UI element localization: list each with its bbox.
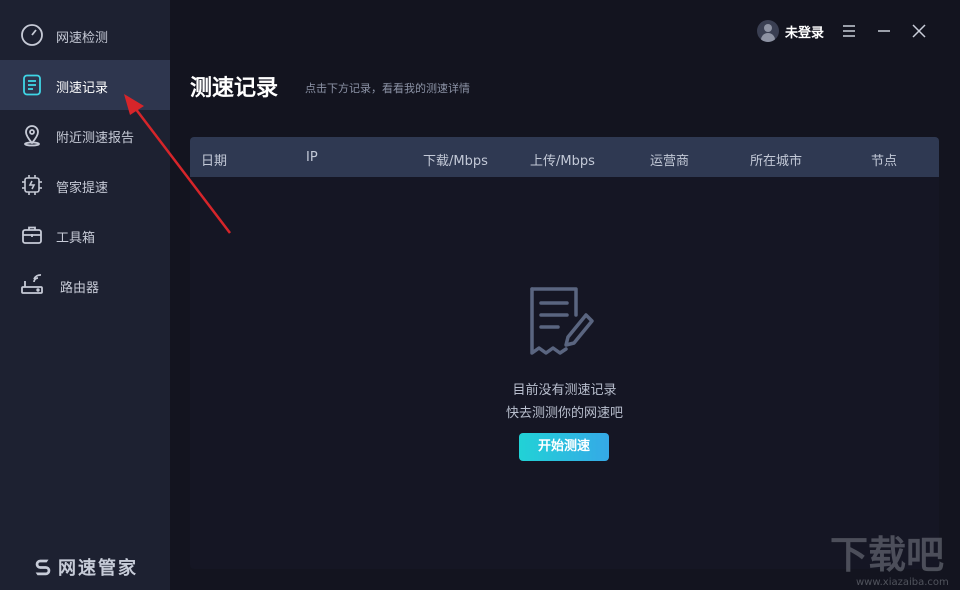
page-title: 测速记录	[190, 76, 279, 101]
column-header-isp: 运营商	[650, 154, 690, 169]
column-header-city: 所在城市	[750, 154, 803, 169]
empty-document-icon	[530, 287, 594, 355]
close-icon[interactable]	[908, 20, 930, 42]
user-name[interactable]: 未登录	[785, 22, 824, 41]
records-table: 日期 IP 下载/Mbps 上传/Mbps 运营商 所在城市 节点 目前没有测速…	[190, 137, 939, 569]
title-bar: 未登录	[660, 0, 960, 62]
brand-name: 网速管家	[58, 558, 138, 579]
speedometer-icon	[20, 23, 44, 47]
brand-s-icon	[35, 559, 51, 576]
watermark-text: 下载吧	[830, 533, 944, 577]
sidebar-item-label: 管家提速	[56, 181, 109, 196]
location-pin-icon	[20, 123, 44, 147]
sidebar-item-router[interactable]: 路由器	[0, 260, 170, 310]
sidebar-item-toolbox[interactable]: 工具箱	[0, 210, 170, 260]
column-header-node: 节点	[871, 154, 898, 169]
sidebar-item-label: 工具箱	[56, 231, 96, 246]
main-content: 未登录 测速记录 点击下方记录，看看我的测速详情 日期 IP 下载/Mbps 上…	[170, 0, 960, 590]
sidebar-item-label: 网速检测	[56, 31, 109, 46]
column-header-ip: IP	[306, 150, 318, 165]
user-account[interactable]: 未登录	[757, 20, 824, 42]
sidebar-item-label: 测速记录	[56, 81, 109, 96]
empty-state-hint: 快去测测你的网速吧	[505, 406, 623, 421]
start-speed-test-button[interactable]: 开始测速	[519, 433, 609, 461]
watermark: 下载吧 www.xiazaiba.com	[830, 533, 949, 588]
table-header: 日期 IP 下载/Mbps 上传/Mbps 运营商 所在城市 节点	[190, 137, 939, 177]
toolbox-icon	[20, 223, 44, 247]
avatar[interactable]	[757, 20, 779, 42]
record-list-icon	[20, 73, 44, 97]
column-header-download: 下载/Mbps	[423, 154, 488, 169]
sidebar-item-nearby-report[interactable]: 附近测速报告	[0, 110, 170, 160]
sidebar-item-speed-records[interactable]: 测速记录	[0, 60, 170, 110]
page-subtitle: 点击下方记录，看看我的测速详情	[305, 82, 470, 95]
hamburger-icon[interactable]	[838, 20, 860, 42]
column-header-upload: 上传/Mbps	[530, 154, 595, 169]
sidebar-item-label: 路由器	[60, 281, 100, 296]
watermark-url: www.xiazaiba.com	[856, 577, 949, 588]
sidebar-item-speed-test[interactable]: 网速检测	[0, 10, 170, 60]
minimize-icon[interactable]	[873, 20, 895, 42]
router-icon	[20, 273, 44, 297]
empty-state-message: 目前没有测速记录	[512, 383, 617, 398]
brand-logo: 网速管家	[32, 554, 138, 580]
sidebar-item-label: 附近测速报告	[56, 131, 135, 146]
sidebar-item-speed-boost[interactable]: 管家提速	[0, 160, 170, 210]
chip-icon	[20, 173, 44, 197]
column-header-date: 日期	[201, 154, 228, 169]
sidebar: 网速检测 测速记录 附近测速报告 管家提速 工具箱 路由器 网速管家	[0, 0, 170, 590]
